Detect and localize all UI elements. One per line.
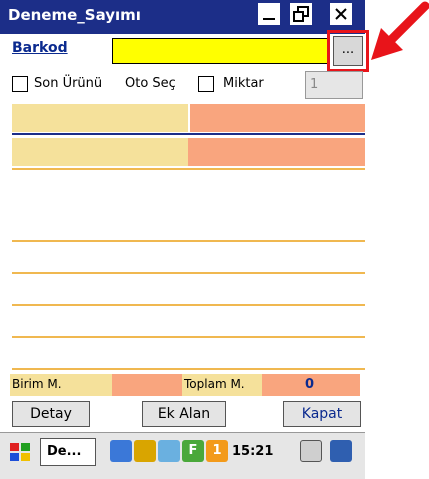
row-divider xyxy=(12,240,365,242)
son-urunu-label: Son Ürünü xyxy=(34,76,103,91)
keyboard-icon[interactable] xyxy=(300,440,322,462)
row-divider xyxy=(12,272,365,274)
toplam-value: 0 xyxy=(305,377,315,392)
restore-button[interactable] xyxy=(290,3,312,25)
grid-cell xyxy=(12,104,188,132)
minimize-button[interactable] xyxy=(258,3,280,25)
window-title: Deneme_Sayımı xyxy=(8,6,141,24)
minimize-icon xyxy=(263,18,275,20)
network-icon[interactable] xyxy=(110,440,132,462)
restore-icon xyxy=(293,6,309,22)
close-button[interactable] xyxy=(330,3,352,25)
row-divider xyxy=(12,336,365,338)
kapat-button[interactable]: Kapat xyxy=(283,401,361,427)
son-urunu-checkbox[interactable] xyxy=(12,76,28,92)
oto-sec-label: Oto Seç xyxy=(125,76,176,91)
row-divider xyxy=(12,368,365,370)
task-button[interactable]: De... xyxy=(40,438,96,466)
toplam-label: Toplam M. xyxy=(184,377,245,391)
birim-label: Birim M. xyxy=(12,377,62,391)
detay-button[interactable]: Detay xyxy=(12,401,90,427)
f-key-icon[interactable]: F xyxy=(182,440,204,462)
mode-1-icon[interactable]: 1 xyxy=(206,440,228,462)
highlight-box xyxy=(327,30,369,72)
barkod-label: Barkod xyxy=(12,40,68,56)
grid-cell xyxy=(188,138,365,166)
windows-start-icon[interactable] xyxy=(8,440,32,464)
red-arrow-icon xyxy=(371,1,429,60)
grid-cell xyxy=(12,138,188,166)
close-icon xyxy=(335,8,347,20)
miktar-label: Miktar xyxy=(223,76,264,91)
windows-switch-icon[interactable] xyxy=(330,440,352,462)
ek-alan-button[interactable]: Ek Alan xyxy=(142,401,226,427)
grid-cell xyxy=(190,104,365,132)
birim-value-cell xyxy=(112,374,182,396)
row-divider xyxy=(12,304,365,306)
miktar-checkbox[interactable] xyxy=(198,76,214,92)
barkod-input[interactable] xyxy=(112,38,330,64)
miktar-input[interactable]: 1 xyxy=(305,71,363,99)
clock[interactable]: 15:21 xyxy=(232,444,273,459)
connection-icon[interactable] xyxy=(158,440,180,462)
row-divider xyxy=(12,168,365,170)
row-divider xyxy=(12,133,365,135)
usb-icon[interactable] xyxy=(134,440,156,462)
